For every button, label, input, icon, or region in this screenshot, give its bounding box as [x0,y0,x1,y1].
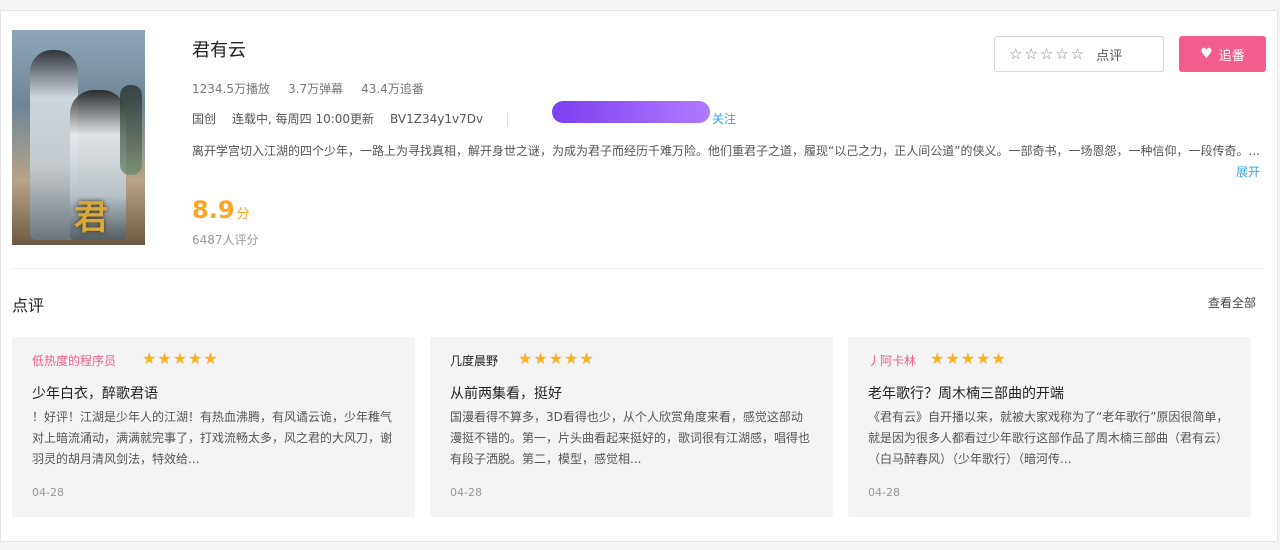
bv-id: BV1Z34y1v7Dv [390,111,484,126]
cover-figure [120,85,142,175]
empty-star-icon: ☆☆☆☆☆ [1009,45,1087,63]
play-count: 1234.5万播放 [192,82,270,96]
review-title: 老年歌行？周木楠三部曲的开端 [868,386,1064,402]
cover-calligraphy: 君 [74,198,108,238]
review-date: 04-28 [450,486,482,499]
redacted-uploader [552,101,710,123]
score-unit: 分 [236,207,250,222]
star-rating: ★★★★★ [930,349,1007,368]
stats-row: 1234.5万播放 3.7万弹幕 43.4万追番 [192,80,424,97]
cover-image[interactable]: 君 [12,30,145,245]
review-body: 《君有云》自开播以来，就被大家戏称为了“老年歌行”原因很简单，就是因为很多人都看… [868,410,1229,466]
review-username[interactable]: 低热度的程序员 [32,352,116,369]
star-rating: ★★★★★ [142,349,219,368]
follow-button[interactable]: ♥ 追番 [1179,36,1266,72]
category-tag[interactable]: 国创 [192,110,216,127]
review-date: 04-28 [32,486,64,499]
update-status: 连载中, 每周四 10:00更新 [232,112,375,126]
review-username[interactable]: 丿阿卡林 [868,352,916,369]
follow-button-label: 追番 [1218,48,1245,64]
follow-uploader-link[interactable]: 关注 [712,110,736,127]
page: 君 君有云 1234.5万播放 3.7万弹幕 43.4万追番 国创 连载中, 每… [0,0,1280,550]
review-username[interactable]: 几度晨野 [450,352,498,369]
review-card[interactable]: 低热度的程序员 ★★★★★ 少年白衣，醉歌君语 ！好评！江湖是少年人的江湖！有热… [12,337,415,517]
anime-title: 君有云 [192,40,246,61]
review-body: 国漫看得不算多，3D看得也少，从个人欣赏角度来看，感觉这部动漫挺不错的。第一，片… [450,410,811,466]
review-card[interactable]: 几度晨野 ★★★★★ 从前两集看，挺好 国漫看得不算多，3D看得也少，从个人欣赏… [430,337,833,517]
heart-icon: ♥ [1200,46,1213,62]
review-button-label: 点评 [1096,48,1123,64]
review-body: ！好评！江湖是少年人的江湖！有热血沸腾，有风谲云诡，少年稚气对上暗流涌动，满满就… [32,410,393,466]
description: 离开学宫切入江湖的四个少年，一路上为寻找真相，解开身世之谜，为成为君子而经历千难… [192,144,1260,158]
expand-link[interactable]: 展开 [1236,163,1260,180]
star-rating: ★★★★★ [518,349,595,368]
divider [507,111,509,126]
score-value: 8.9 [192,196,235,224]
review-button[interactable]: ☆☆☆☆☆ 点评 [994,36,1164,72]
follow-count: 43.4万追番 [361,82,424,96]
see-all-link[interactable]: 查看全部 [1208,294,1256,311]
danmaku-count: 3.7万弹幕 [288,82,344,96]
reviews-section-title: 点评 [12,296,45,315]
rating-score: 8.9 分 [192,196,250,224]
rating-count: 6487人评分 [192,233,259,247]
review-card[interactable]: 丿阿卡林 ★★★★★ 老年歌行？周木楠三部曲的开端 《君有云》自开播以来，就被大… [848,337,1251,517]
meta-row: 国创 连载中, 每周四 10:00更新 BV1Z34y1v7Dv [192,110,509,127]
review-title: 从前两集看，挺好 [450,386,562,402]
review-date: 04-28 [868,486,900,499]
review-title: 少年白衣，醉歌君语 [32,386,158,402]
section-divider [12,268,1264,269]
